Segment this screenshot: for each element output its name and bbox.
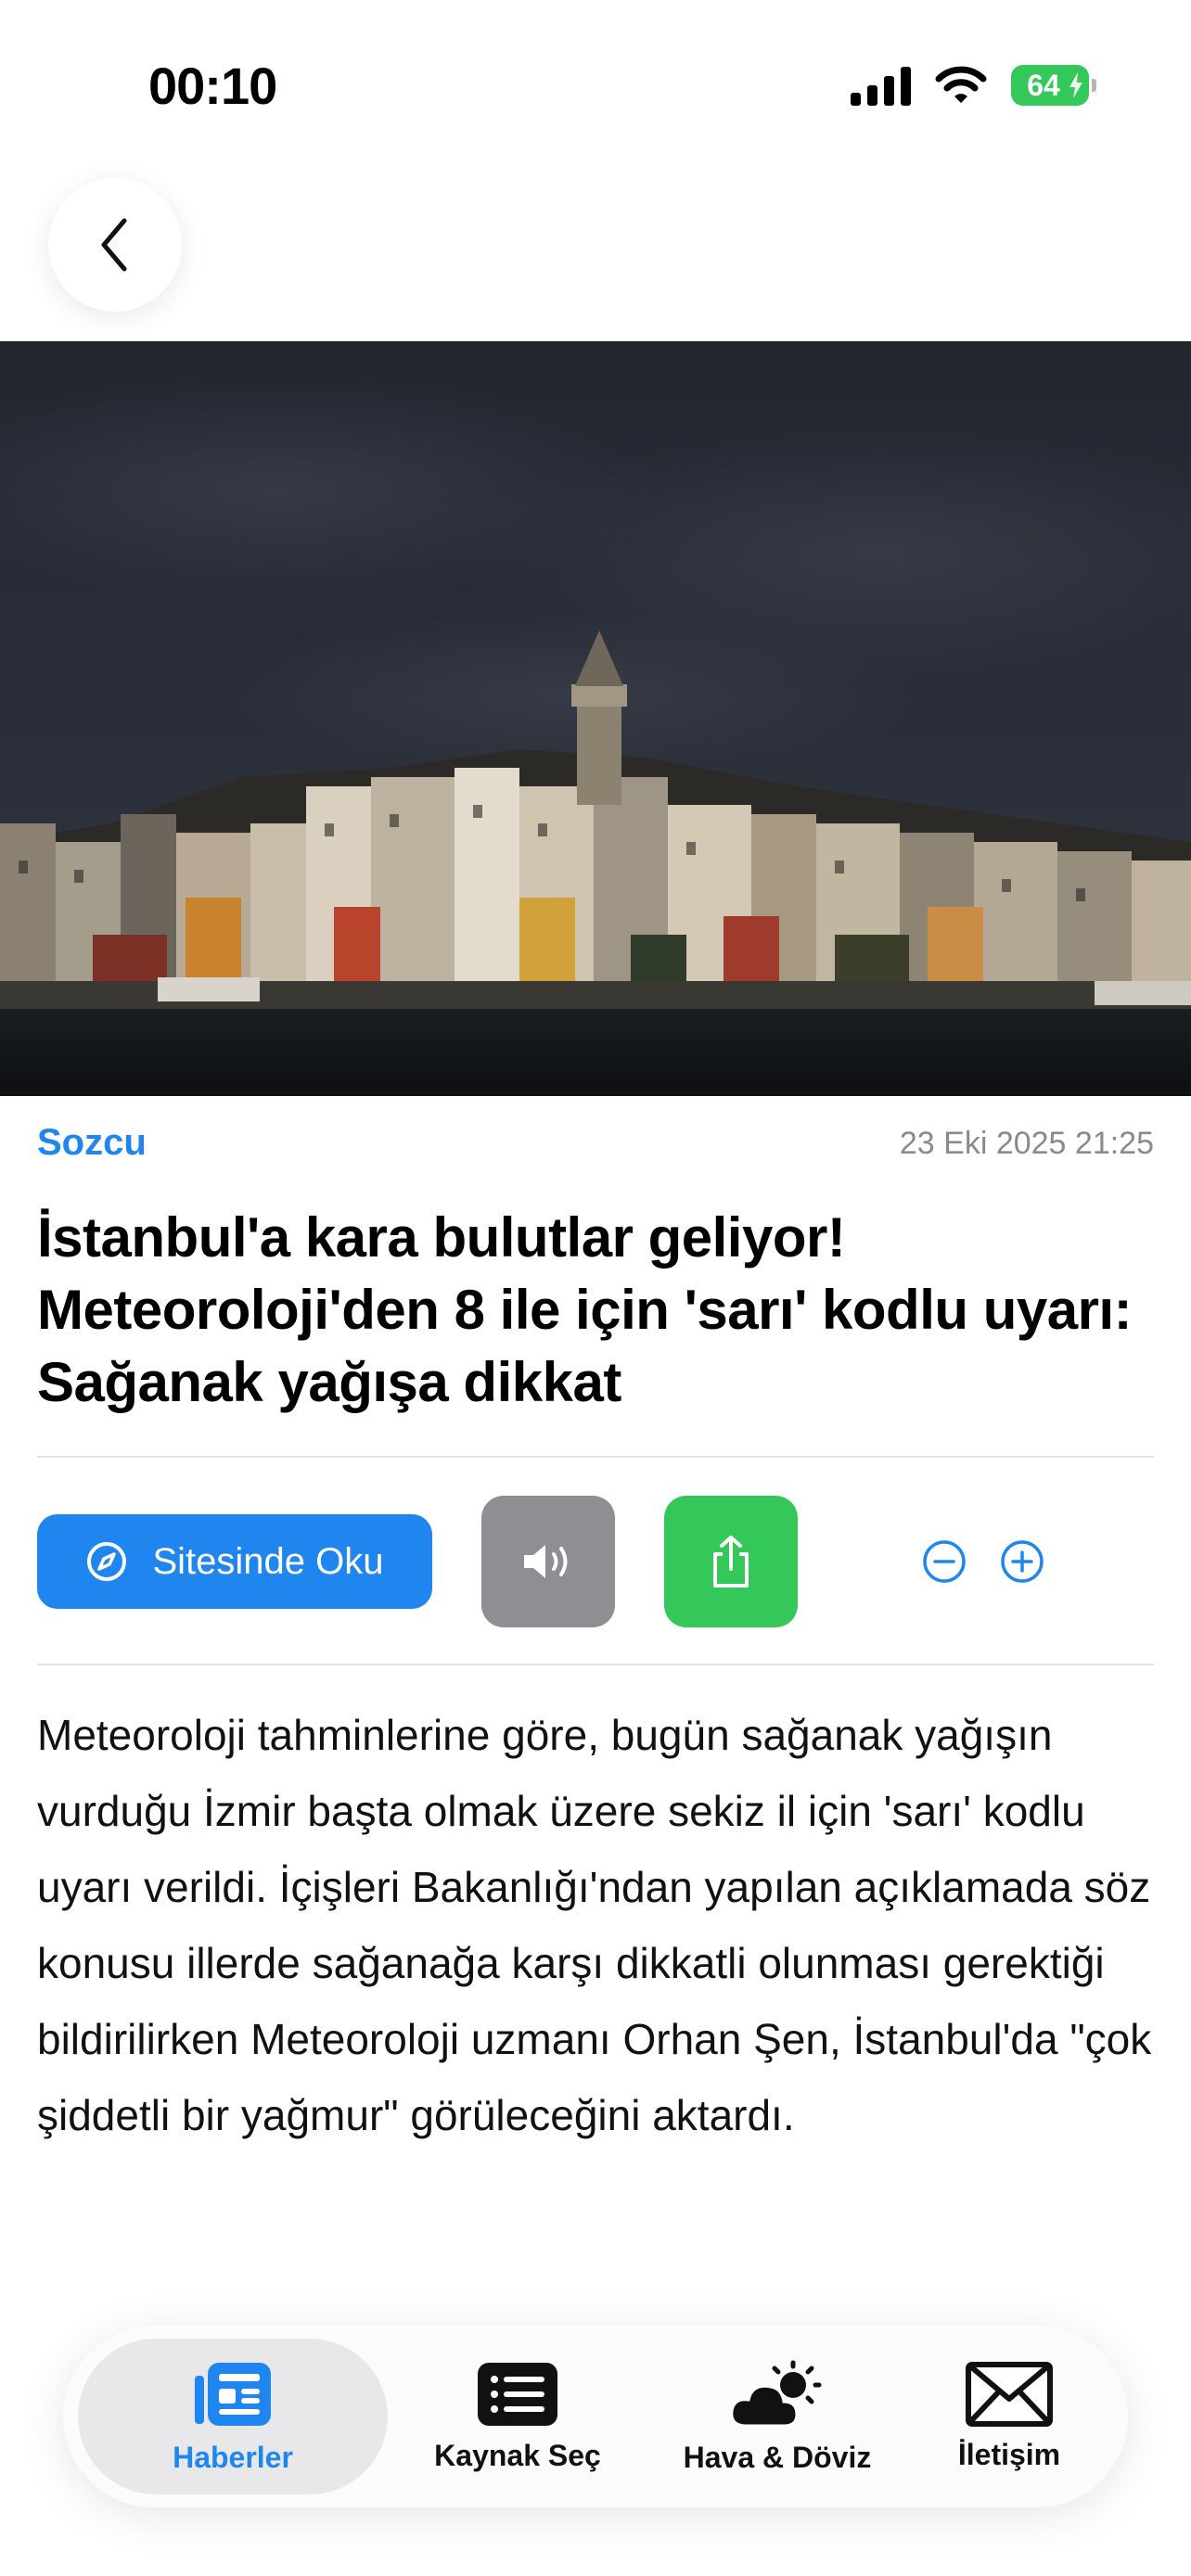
tab-label: Hava & Döviz xyxy=(683,2440,872,2474)
article-date: 23 Eki 2025 21:25 xyxy=(899,1126,1154,1161)
share-button[interactable] xyxy=(664,1496,798,1627)
tab-hava-doviz[interactable]: Hava & Döviz xyxy=(610,2326,944,2507)
minus-circle-icon xyxy=(923,1540,966,1583)
tab-iletisim[interactable]: İletişim xyxy=(898,2326,1121,2507)
wifi-icon xyxy=(935,66,987,103)
signal-icon xyxy=(851,65,911,106)
tab-label: Kaynak Seç xyxy=(434,2438,601,2472)
divider xyxy=(37,1456,1154,1458)
share-icon xyxy=(713,1536,749,1588)
envelope-icon xyxy=(966,2361,1053,2427)
newspaper-icon xyxy=(195,2362,271,2426)
tab-haberler[interactable]: Haberler xyxy=(78,2339,388,2494)
speak-button[interactable] xyxy=(481,1496,615,1627)
back-button[interactable] xyxy=(48,178,182,312)
tab-label: Haberler xyxy=(173,2440,293,2474)
chevron-left-icon xyxy=(101,218,127,272)
divider xyxy=(37,1664,1154,1665)
status-time: 00:10 xyxy=(148,57,277,115)
status-icons: 64 xyxy=(851,65,1096,106)
list-icon xyxy=(478,2362,557,2426)
tab-bar: Haberler Kaynak Seç Hava & Döviz İletişi… xyxy=(63,2326,1128,2507)
read-on-site-label: Sitesinde Oku xyxy=(152,1540,384,1582)
article-body: Meteoroloji tahminlerine göre, bugün sağ… xyxy=(37,1711,1152,2139)
source-link[interactable]: Sozcu xyxy=(37,1122,147,1164)
font-decrease-button[interactable] xyxy=(921,1538,967,1585)
font-increase-button[interactable] xyxy=(999,1538,1045,1585)
article-title: İstanbul'a kara bulutlar geliyor! Meteor… xyxy=(37,1206,1133,1413)
speaker-icon xyxy=(524,1545,568,1578)
cloud-sun-icon xyxy=(730,2360,822,2427)
status-bar: 00:10 64 xyxy=(0,0,1191,176)
battery-level: 64 xyxy=(1027,68,1060,102)
tab-label: İletişim xyxy=(957,2437,1061,2471)
compass-icon xyxy=(87,1542,127,1581)
plus-circle-icon xyxy=(1001,1540,1044,1583)
city-skyline-photo xyxy=(0,341,1191,1096)
read-on-site-button[interactable]: Sitesinde Oku xyxy=(37,1514,432,1609)
article-image xyxy=(0,341,1191,1096)
battery-charging-icon: 64 xyxy=(1011,65,1096,106)
article-meta: Sozcu 23 Eki 2025 21:25 xyxy=(37,1122,1154,1168)
